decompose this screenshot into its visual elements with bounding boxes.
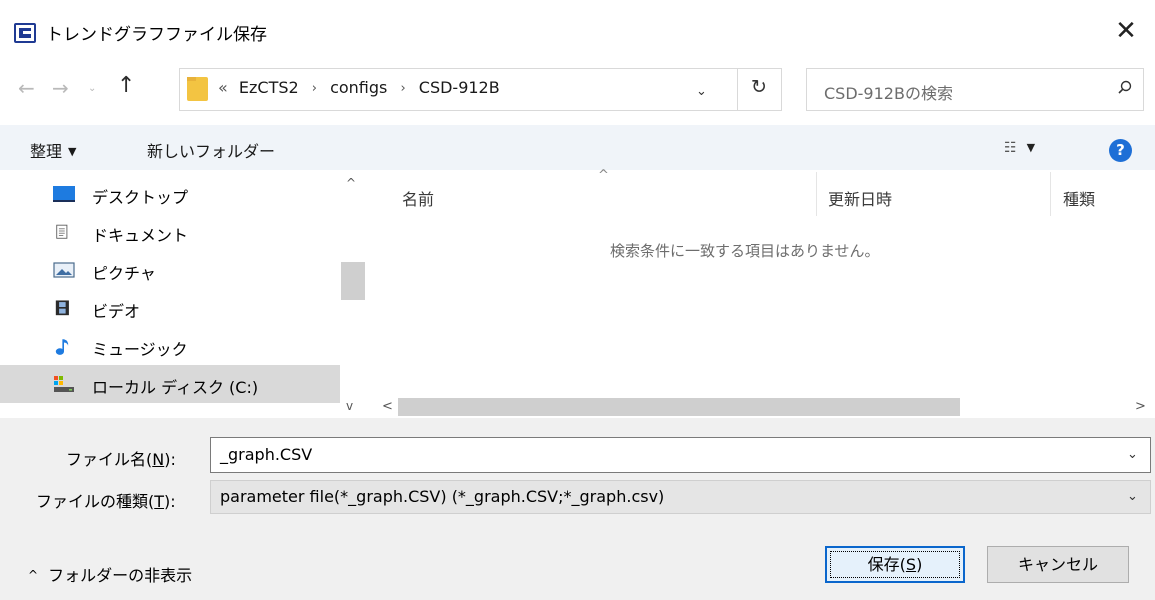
video-icon: [55, 300, 69, 316]
drive-icon: [54, 376, 74, 392]
scroll-right-arrow-icon[interactable]: >: [1135, 399, 1146, 414]
breadcrumb-separator-icon[interactable]: ›: [392, 81, 413, 96]
scroll-down-arrow-icon[interactable]: v: [346, 399, 353, 413]
organize-label: 整理: [30, 142, 63, 161]
filename-value[interactable]: _graph.CSV: [220, 445, 312, 464]
nav-item-pictures[interactable]: ピクチャ: [0, 251, 340, 289]
horizontal-scrollbar-thumb[interactable]: [398, 398, 960, 416]
hide-folders-label: フォルダーの非表示: [48, 566, 193, 585]
nav-item-label: ドキュメント: [92, 226, 189, 245]
desktop-icon: [53, 186, 75, 202]
nav-item-label: ビデオ: [92, 302, 141, 321]
document-icon: [56, 224, 68, 239]
refresh-icon[interactable]: ↻: [751, 76, 767, 98]
window-title: トレンドグラフファイル保存: [46, 25, 267, 45]
nav-item-label: デスクトップ: [92, 188, 189, 207]
scroll-left-arrow-icon[interactable]: <: [382, 399, 393, 414]
back-arrow-icon[interactable]: ←: [18, 76, 35, 100]
close-button[interactable]: ✕: [1104, 14, 1148, 48]
filetype-value[interactable]: parameter file(*_graph.CSV) (*_graph.CSV…: [220, 487, 664, 506]
scroll-up-arrow-icon[interactable]: ^: [346, 176, 356, 190]
nav-item-label: ミュージック: [92, 340, 188, 359]
column-header-type[interactable]: 種類: [1063, 186, 1095, 210]
nav-item-label: ピクチャ: [92, 264, 156, 283]
breadcrumb-separator-icon[interactable]: ›: [304, 81, 325, 96]
details-view-icon: ☷: [1004, 140, 1017, 156]
filename-field[interactable]: [210, 437, 1151, 473]
nav-item-local-disk[interactable]: ローカル ディスク (C:): [0, 365, 340, 403]
filetype-label: ファイルの種類(T):: [36, 492, 176, 511]
forward-arrow-icon[interactable]: →: [52, 76, 69, 100]
nav-item-documents[interactable]: ドキュメント: [0, 213, 340, 251]
column-divider[interactable]: [1050, 172, 1051, 216]
dropdown-arrow-icon: ▼: [1026, 141, 1036, 154]
dropdown-arrow-icon: ▼: [68, 145, 77, 158]
app-icon: [14, 23, 36, 43]
view-options-button[interactable]: ☷ ▼: [1004, 140, 1035, 156]
empty-results-message: 検索条件に一致する項目はありません。: [610, 242, 880, 260]
vertical-scrollbar-thumb[interactable]: [341, 262, 365, 300]
recent-locations-chevron-icon[interactable]: ⌄: [88, 83, 96, 94]
filetype-dropdown-icon[interactable]: ⌄: [1127, 489, 1138, 504]
nav-item-desktop[interactable]: デスクトップ: [0, 175, 340, 213]
help-icon[interactable]: ?: [1109, 139, 1132, 162]
up-arrow-icon[interactable]: ↑: [117, 73, 135, 98]
filename-dropdown-icon[interactable]: ⌄: [1127, 447, 1138, 462]
music-icon: [55, 339, 69, 355]
breadcrumb-item-configs[interactable]: configs: [330, 78, 387, 97]
pictures-icon: [53, 262, 75, 278]
column-divider[interactable]: [816, 172, 817, 216]
hide-folders-button[interactable]: ^ フォルダーの非表示: [28, 562, 192, 586]
nav-item-music[interactable]: ミュージック: [0, 327, 340, 365]
nav-item-label: ローカル ディスク (C:): [92, 378, 259, 397]
breadcrumb-item-ezcts2[interactable]: EzCTS2: [239, 78, 299, 97]
filename-label: ファイル名(N):: [66, 450, 176, 469]
cancel-button[interactable]: キャンセル: [987, 546, 1129, 583]
breadcrumb-overflow-icon[interactable]: «: [218, 78, 228, 97]
new-folder-button[interactable]: 新しいフォルダー: [147, 138, 275, 162]
breadcrumb-item-csd-912b[interactable]: CSD-912B: [419, 78, 500, 97]
chevron-up-icon: ^: [28, 568, 39, 582]
column-header-name[interactable]: 名前: [402, 186, 434, 210]
navigation-pane: デスクトップ ドキュメント ピクチャ ビデオ ミュージック ローカル ディスク …: [0, 170, 371, 418]
organize-button[interactable]: 整理 ▼: [30, 138, 76, 162]
column-header-date-modified[interactable]: 更新日時: [828, 186, 892, 210]
save-button[interactable]: 保存(S): [825, 546, 965, 583]
search-placeholder[interactable]: CSD-912Bの検索: [824, 80, 953, 104]
breadcrumb: « EzCTS2 › configs › CSD-912B: [218, 78, 500, 97]
search-icon[interactable]: [1118, 80, 1132, 94]
sort-ascending-icon: ^: [598, 168, 609, 183]
address-history-dropdown-icon[interactable]: ⌄: [696, 84, 707, 99]
folder-icon: [187, 77, 208, 101]
nav-item-videos[interactable]: ビデオ: [0, 289, 340, 327]
